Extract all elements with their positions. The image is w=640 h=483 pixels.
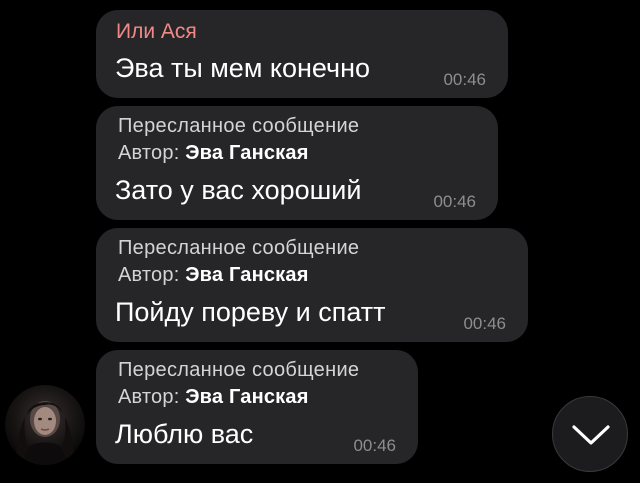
forwarded-message-bubble[interactable]: Пересланное сообщение Автор: Эва Ганская… — [96, 106, 498, 220]
message-time: 00:46 — [463, 314, 506, 333]
forwarded-label: Пересланное сообщение — [118, 359, 360, 381]
forwarded-label: Пересланное сообщение — [118, 115, 360, 137]
message-time: 00:46 — [433, 192, 476, 211]
author-name[interactable]: Эва Ганская — [185, 264, 308, 286]
author-prefix: Автор: — [118, 142, 180, 164]
chevron-down-icon — [572, 425, 610, 445]
author-name[interactable]: Эва Ганская — [185, 142, 308, 164]
message-time: 00:46 — [353, 436, 396, 455]
message-bubble[interactable]: Или Ася Эва ты мем конечно 00:46 — [96, 10, 508, 98]
author-name[interactable]: Эва Ганская — [185, 386, 308, 408]
sender-name[interactable]: Или Ася — [116, 20, 197, 44]
forwarded-author[interactable]: Автор: Эва Ганская — [118, 386, 309, 409]
message-time: 00:46 — [443, 70, 486, 89]
forwarded-message-bubble[interactable]: Пересланное сообщение Автор: Эва Ганская… — [96, 350, 418, 464]
message-text: Люблю вас — [115, 419, 254, 449]
message-text: Эва ты мем конечно — [115, 53, 371, 83]
forwarded-author[interactable]: Автор: Эва Ганская — [118, 142, 309, 165]
user-avatar[interactable] — [5, 385, 85, 465]
scroll-down-button[interactable] — [552, 396, 628, 472]
forwarded-message-bubble[interactable]: Пересланное сообщение Автор: Эва Ганская… — [96, 228, 528, 342]
message-text: Зато у вас хороший — [115, 175, 362, 205]
author-prefix: Автор: — [118, 386, 180, 408]
forwarded-label: Пересланное сообщение — [118, 237, 360, 259]
avatar-portrait-icon — [15, 401, 75, 465]
author-prefix: Автор: — [118, 264, 180, 286]
forwarded-author[interactable]: Автор: Эва Ганская — [118, 264, 309, 287]
message-text: Пойду пореву и спатт — [115, 297, 386, 327]
